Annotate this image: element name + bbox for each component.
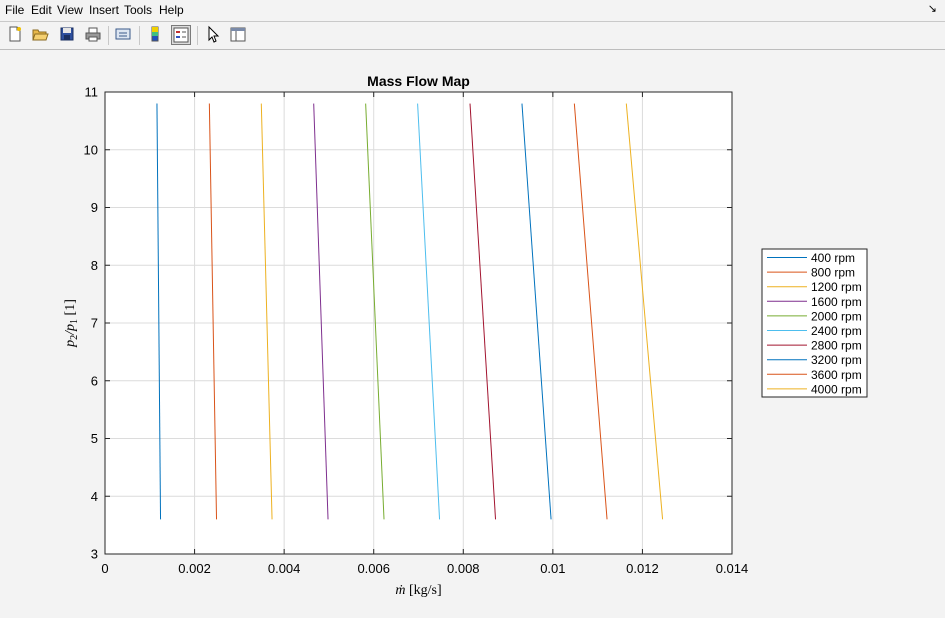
undock-arrow-icon[interactable]: ↘ xyxy=(928,2,937,15)
menu-tools[interactable]: Tools xyxy=(124,3,152,17)
figure-toolbar xyxy=(0,21,945,50)
menu-insert[interactable]: Insert xyxy=(89,3,119,17)
x-axis-label: ṁ [kg/s] xyxy=(395,583,441,598)
y-tick-label: 3 xyxy=(91,547,98,562)
menu-bar: File Edit View Insert Tools Help ↘ xyxy=(0,0,945,20)
colorbar-icon[interactable] xyxy=(146,25,166,45)
x-tick-label: 0 xyxy=(101,561,108,576)
edit-plot-arrow-icon[interactable] xyxy=(204,25,224,45)
menu-edit[interactable]: Edit xyxy=(31,3,52,17)
x-tick-label: 0.002 xyxy=(178,561,211,576)
x-tick-label: 0.008 xyxy=(447,561,480,576)
y-axis-label: p2/p1 [1] xyxy=(63,299,80,348)
y-axis-label-unit: [1] xyxy=(63,299,78,319)
legend-entry-label: 1600 rpm xyxy=(811,295,862,309)
property-inspector-icon[interactable] xyxy=(229,25,249,45)
menu-file[interactable]: File xyxy=(5,3,24,17)
toolbar-separator xyxy=(139,26,140,45)
legend-icon[interactable] xyxy=(171,25,191,45)
x-tick-label: 0.012 xyxy=(626,561,659,576)
legend-entry-label: 3200 rpm xyxy=(811,353,862,367)
legend-entry-label: 2000 rpm xyxy=(811,309,862,323)
legend-entry-label: 800 rpm xyxy=(811,266,855,280)
y-axis-label-p2: p xyxy=(63,340,78,348)
y-tick-label: 7 xyxy=(91,316,98,331)
y-tick-label: 5 xyxy=(91,431,98,446)
toolbar-separator xyxy=(197,26,198,45)
menu-help[interactable]: Help xyxy=(159,3,184,17)
toolbar-separator xyxy=(108,26,109,45)
x-tick-label: 0.01 xyxy=(540,561,565,576)
x-axis-label-symbol: ṁ xyxy=(395,583,405,598)
x-tick-label: 0.006 xyxy=(357,561,390,576)
new-figure-icon[interactable] xyxy=(6,25,26,45)
legend-entry-label: 1200 rpm xyxy=(811,280,862,294)
x-tick-label: 0.014 xyxy=(716,561,749,576)
y-tick-label: 10 xyxy=(84,142,98,157)
figure-canvas: 0 0.002 0.004 0.006 0.008 0.01 0.012 0.014 3 4 5 6 7… xyxy=(63,73,868,598)
y-tick-label: 11 xyxy=(85,85,99,100)
y-tick-label: 8 xyxy=(91,258,98,273)
save-icon[interactable] xyxy=(58,25,78,45)
legend-entry-label: 2400 rpm xyxy=(811,324,862,338)
y-tick-label: 9 xyxy=(91,200,98,215)
y-tick-label: 6 xyxy=(91,373,98,388)
menu-view[interactable]: View xyxy=(57,3,83,17)
legend-entry-label: 4000 rpm xyxy=(811,382,862,396)
x-axis-label-unit: [kg/s] xyxy=(405,583,441,598)
print-icon[interactable] xyxy=(84,25,104,45)
y-tick-label: 4 xyxy=(91,489,98,504)
legend-entry-label: 400 rpm xyxy=(811,251,855,265)
open-file-icon[interactable] xyxy=(31,25,51,45)
legend-entry-label: 2800 rpm xyxy=(811,339,862,353)
link-plot-icon[interactable] xyxy=(114,25,134,45)
chart-title: Mass Flow Map xyxy=(367,73,470,89)
legend-entry-label: 3600 rpm xyxy=(811,368,862,382)
legend[interactable]: 400 rpm800 rpm1200 rpm1600 rpm2000 rpm24… xyxy=(761,248,868,398)
x-tick-label: 0.004 xyxy=(268,561,301,576)
y-axis-label-slash: /p xyxy=(63,324,78,336)
